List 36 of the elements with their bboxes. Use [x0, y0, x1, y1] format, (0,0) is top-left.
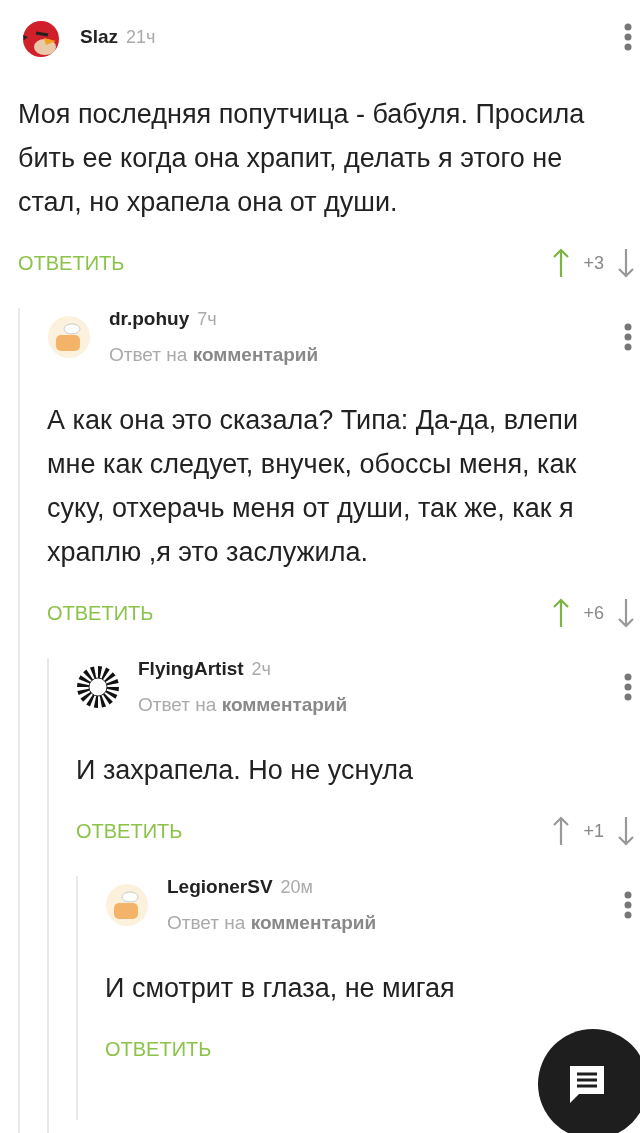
comment-time: 20м — [280, 877, 313, 898]
author-name[interactable]: FlyingArtist — [138, 658, 244, 680]
reply-button[interactable]: ОТВЕТИТЬ — [18, 251, 125, 275]
vote-score: +1 — [583, 820, 604, 842]
reply-button[interactable]: ОТВЕТИТЬ — [47, 601, 154, 625]
comment-time: 21ч — [126, 27, 156, 48]
reply-to-text[interactable]: Ответ на комментарий — [109, 344, 606, 366]
rays-avatar-icon — [76, 665, 120, 709]
comment-text: И захрапела. Но не уснула — [76, 754, 415, 787]
reply-button[interactable]: ОТВЕТИТЬ — [76, 819, 183, 843]
toast-avatar-icon — [47, 315, 91, 359]
upvote-icon[interactable] — [553, 598, 570, 628]
reply-to-text[interactable]: Ответ на комментарий — [138, 694, 606, 716]
downvote-icon[interactable] — [618, 248, 634, 278]
upvote-icon[interactable] — [553, 248, 570, 278]
reply-to-text[interactable]: Ответ на комментарий — [167, 912, 606, 934]
more-icon[interactable] — [624, 23, 632, 51]
toast-avatar-icon — [105, 883, 149, 927]
vote-score: +6 — [583, 602, 604, 624]
comment-list-icon — [567, 1063, 607, 1105]
comment-text: А как она это сказала? Типа: Да-да, влепи мне как следует, внучек, обоссы меня, как суку, отхерачь меня от души, так же, как я храплю ,я это заслужила. — [47, 404, 580, 569]
comment-text: Моя последняя попутчица - бабуля. Просила бить ее когда она храпит, делать я этого не стал, но храпела она от души. — [18, 98, 586, 219]
vote-score: +3 — [583, 252, 604, 274]
author-name[interactable]: dr.pohuy — [109, 308, 190, 330]
more-icon[interactable] — [624, 673, 632, 701]
comment-time: 7ч — [197, 309, 217, 330]
downvote-icon[interactable] — [618, 816, 634, 846]
downvote-icon[interactable] — [618, 598, 634, 628]
author-name[interactable]: LegionerSV — [167, 876, 273, 898]
comment-text: И смотрит в глаза, не мигая — [105, 972, 456, 1005]
upvote-icon[interactable] — [553, 816, 570, 846]
more-icon[interactable] — [624, 323, 632, 351]
author-name[interactable]: Slaz — [80, 26, 119, 48]
more-icon[interactable] — [624, 891, 632, 919]
reply-button[interactable]: ОТВЕТИТЬ — [105, 1037, 212, 1061]
comment-time: 2ч — [251, 659, 271, 680]
